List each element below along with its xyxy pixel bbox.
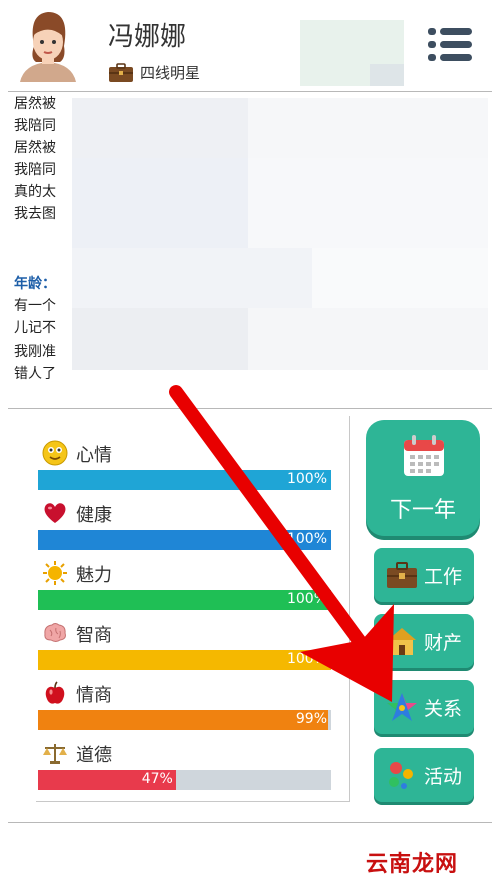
stat-value: 100%: [286, 471, 327, 487]
player-name: 冯娜娜: [108, 22, 187, 52]
log-line: 居然被: [14, 140, 56, 156]
next-year-button[interactable]: 下一年: [366, 420, 480, 536]
briefcase-icon: [387, 562, 417, 588]
stat-morality: 道德 47%: [38, 740, 332, 800]
property-label: 财产: [424, 632, 463, 654]
apple-icon: [45, 681, 65, 704]
next-year-label: 下一年: [389, 498, 456, 523]
redacted-region: [72, 98, 488, 370]
activity-button[interactable]: 活动: [374, 748, 474, 802]
calendar-icon: [404, 435, 444, 476]
divider: [8, 408, 492, 409]
divider: [8, 91, 492, 92]
stat-bar: 100%: [38, 470, 331, 490]
log-line: 我陪同: [14, 162, 56, 178]
watermark: 云南龙网: [366, 852, 459, 877]
stat-label: 心情: [76, 445, 112, 466]
age-label: 年龄：: [14, 276, 56, 292]
stat-value: 99%: [295, 711, 327, 727]
work-label: 工作: [424, 566, 463, 588]
stat-label: 道德: [76, 745, 112, 766]
activity-label: 活动: [424, 766, 463, 788]
title-row: 四线明星: [108, 62, 200, 83]
stat-health: 健康 100%: [38, 500, 332, 560]
redacted-region: [300, 20, 404, 86]
log-line: 有一个: [14, 298, 56, 314]
stat-mood: 心情 100%: [38, 440, 332, 500]
stat-value: 47%: [141, 771, 173, 787]
stat-label: 情商: [76, 685, 112, 706]
scales-icon: [43, 744, 67, 764]
stat-bar: 47%: [38, 770, 331, 790]
menu-icon: [428, 28, 472, 61]
log-line: 我去图: [14, 206, 56, 222]
stat-eq: 情商 99%: [38, 680, 332, 740]
sun-icon: [43, 561, 67, 585]
header: 冯娜娜 四线明星: [0, 0, 500, 90]
log-line: 真的太: [14, 184, 56, 200]
star-icon: [387, 693, 417, 721]
stat-bar: 100%: [38, 530, 331, 550]
smiley-icon: [42, 440, 68, 466]
player-title: 四线明星: [140, 64, 201, 82]
stat-bar: 100%: [38, 650, 331, 670]
property-button[interactable]: 财产: [374, 614, 474, 668]
relations-label: 关系: [424, 698, 463, 720]
stat-label: 魅力: [76, 565, 112, 586]
brain-icon: [44, 623, 66, 642]
log-line: 居然被: [14, 96, 56, 112]
avatar[interactable]: [14, 6, 82, 82]
briefcase-icon: [109, 62, 133, 82]
log-line: 儿记不: [14, 320, 56, 336]
stat-iq: 智商 100%: [38, 620, 332, 680]
heart-icon: [44, 503, 66, 523]
stat-value: 100%: [286, 591, 327, 607]
stat-bar: 99%: [38, 710, 331, 730]
stat-value: 100%: [286, 651, 327, 667]
log-line: 错人了: [14, 366, 56, 382]
stat-charm: 魅力 100%: [38, 560, 332, 620]
log-line: 我刚准: [14, 344, 56, 360]
work-button[interactable]: 工作: [374, 548, 474, 602]
stat-bar-fill: [38, 710, 329, 730]
stat-label: 智商: [76, 625, 112, 646]
stat-bar: 100%: [38, 590, 331, 610]
divider: [8, 822, 492, 823]
log-line: 我陪同: [14, 118, 56, 134]
menu-button[interactable]: [424, 22, 476, 66]
activity-icon: [389, 762, 413, 789]
stat-value: 100%: [286, 531, 327, 547]
relations-button[interactable]: 关系: [374, 680, 474, 734]
house-icon: [388, 628, 416, 655]
stat-label: 健康: [76, 505, 112, 526]
